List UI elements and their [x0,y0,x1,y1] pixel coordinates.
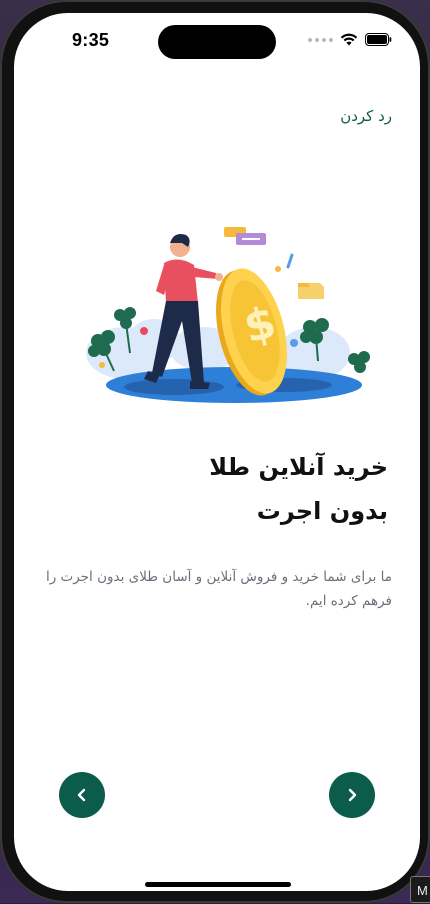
phone-frame: 9:35 رد کردن $ خرید آنلاین طلا بدون اجرت… [0,0,430,903]
wifi-icon [340,33,358,46]
chevron-left-icon [77,788,86,802]
chevron-right-icon [348,788,357,802]
next-button[interactable] [329,772,375,818]
battery-icon [365,33,392,46]
home-indicator[interactable] [145,882,291,887]
signal-dots-icon [308,37,333,42]
status-time: 9:35 [72,30,110,50]
status-icons [308,33,392,46]
onboarding-description: ما برای شما خرید و فروش آنلاین و آسان طل… [45,569,392,609]
title-line-2: بدون اجرت [256,497,388,525]
corner-chip[interactable]: M [410,876,430,903]
app-screen: 9:35 رد کردن $ خرید آنلاین طلا بدون اجرت… [14,13,420,891]
onboarding-title: خرید آنلاین طلا بدون اجرت [48,445,388,533]
title-line-1: خرید آنلاین طلا [209,453,388,481]
dynamic-island [158,25,276,59]
person-pushing-gold-coin-illustration: $ [86,227,370,403]
skip-button[interactable]: رد کردن [340,107,392,125]
previous-button[interactable] [59,772,105,818]
